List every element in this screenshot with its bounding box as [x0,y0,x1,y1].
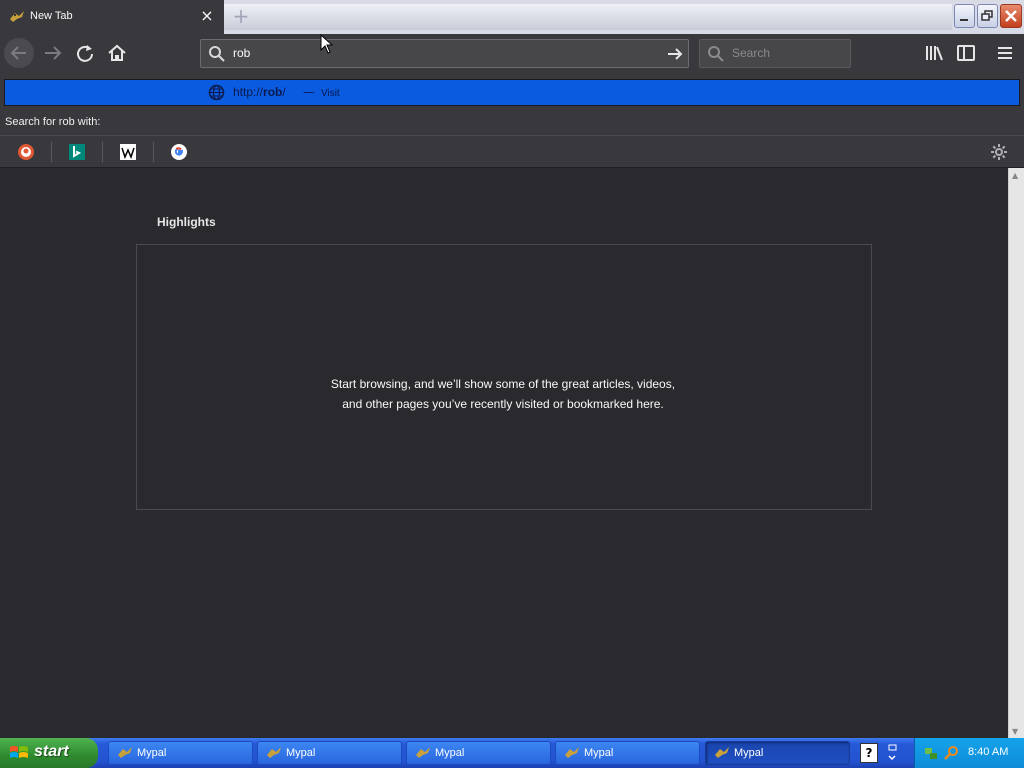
scroll-down-icon[interactable]: ▼ [1012,727,1018,736]
hamburger-menu-icon[interactable] [993,42,1017,64]
bing-icon[interactable] [68,143,86,161]
search-engine-row [0,135,1024,167]
taskbar-item-label: Mypal [137,747,167,759]
tab-close-icon[interactable]: × [200,7,214,25]
help-icon[interactable]: ? [860,743,878,763]
mypal-icon [118,747,132,758]
taskbar-item-mypal-5[interactable]: Mypal [705,741,850,765]
taskbar-item-label: Mypal [584,747,614,759]
taskbar-item-label: Mypal [435,747,465,759]
new-tab-button[interactable]: + [228,5,254,27]
search-input[interactable]: Search [732,46,770,60]
mypal-favicon-icon [10,11,24,22]
library-icon[interactable] [922,42,946,64]
mypal-icon [416,747,430,758]
back-button[interactable] [4,38,34,68]
globe-icon [208,84,225,101]
network-icon[interactable] [923,745,939,761]
result-separator: — [303,85,315,99]
wikipedia-icon[interactable] [119,143,137,161]
highlights-empty-message: Start browsing, and we’ll show some of t… [330,377,676,411]
google-icon[interactable] [170,143,188,161]
home-icon[interactable] [105,42,129,64]
forward-arrow-icon[interactable] [41,42,65,64]
result-url: http://rob/ [233,85,286,99]
engine-divider [51,142,52,162]
go-arrow-icon[interactable] [665,44,685,64]
search-with-label: Search for rob with: [5,116,101,128]
show-desktop-icon[interactable] [886,744,898,762]
autocomplete-result-row[interactable]: http://rob/ — Visit [4,79,1020,106]
taskbar-item-mypal-3[interactable]: Mypal [406,741,551,765]
start-button[interactable]: start [0,738,98,768]
mypal-icon [565,747,579,758]
tab-new-tab[interactable]: New Tab × [0,0,224,34]
reload-icon[interactable] [73,42,97,64]
taskbar-item-label: Mypal [286,747,316,759]
taskbar-item-mypal-4[interactable]: Mypal [555,741,700,765]
vertical-scrollbar[interactable]: ▲ ▼ [1008,168,1024,738]
tab-title: New Tab [30,10,73,22]
clock: 8:40 AM [968,746,1009,758]
close-window-button[interactable] [1000,4,1022,28]
search-icon [708,46,724,62]
taskbar-item-mypal-2[interactable]: Mypal [257,741,402,765]
restore-button[interactable] [977,4,998,28]
taskbar-item-label: Mypal [734,747,764,759]
magnifier-icon[interactable] [943,745,959,761]
tab-strip-background [224,4,952,30]
taskbar-item-mypal-1[interactable]: Mypal [108,741,253,765]
mypal-icon [715,747,729,758]
duckduckgo-icon[interactable] [17,143,35,161]
search-bar[interactable]: Search [699,39,851,68]
system-tray: 8:40 AM [914,738,1024,768]
scroll-up-icon[interactable]: ▲ [1012,171,1018,180]
engine-divider [102,142,103,162]
start-label: start [34,743,69,760]
minimize-button[interactable] [954,4,975,28]
back-arrow-icon [10,46,26,60]
engine-divider [153,142,154,162]
windows-logo-icon [10,746,28,758]
mypal-icon [267,747,281,758]
url-input[interactable]: rob [233,46,250,60]
gear-icon[interactable] [989,142,1009,162]
search-icon [209,46,225,62]
result-action: Visit [321,88,340,99]
highlights-title: Highlights [157,215,216,229]
url-bar[interactable]: rob [200,39,689,68]
mouse-cursor-icon [320,34,334,54]
sidebar-icon[interactable] [954,42,978,64]
